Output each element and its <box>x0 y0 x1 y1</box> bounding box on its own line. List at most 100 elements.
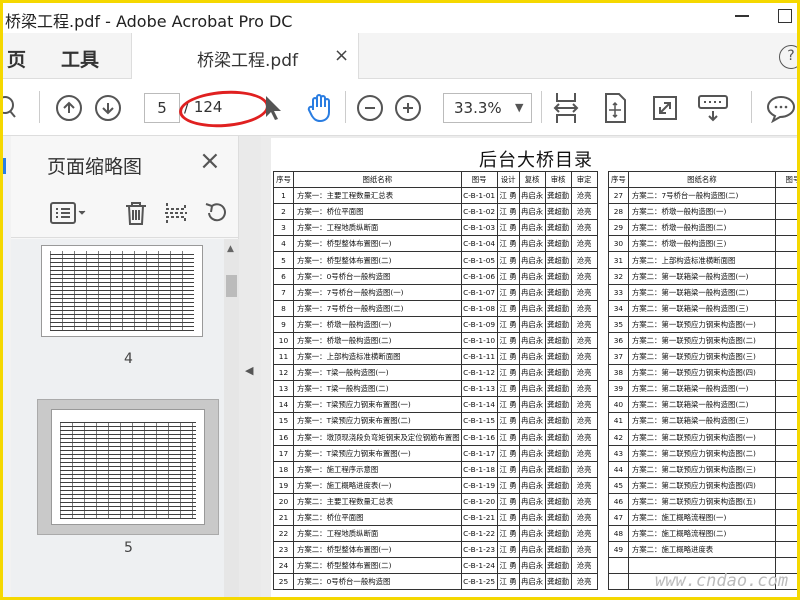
table-cell: 龚超勤 <box>544 203 572 221</box>
table-row: 20 方案二：主要工程数量汇总表 C-B-1-20 江 勇冉启永 龚超勤 沧亮 <box>273 492 598 510</box>
table-cell: 沧亮 <box>570 573 598 591</box>
table-cell: C-B-1-03 <box>460 219 498 237</box>
table-cell: 龚超勤 <box>544 428 572 446</box>
search-icon[interactable] <box>3 93 17 123</box>
table-cell: 43 <box>608 444 629 462</box>
table-cell: 15 <box>273 412 294 430</box>
thumbnail-page-5[interactable] <box>51 409 205 525</box>
table-cell: 冉启永 <box>518 444 546 462</box>
table-row: 23 方案二：桥型整体布置图(一) C-B-1-23 江 勇冉启永 龚超勤 沧亮 <box>273 541 598 559</box>
zoom-in-icon[interactable] <box>395 95 421 121</box>
thumbnail-list[interactable]: 4 5 ▲ <box>11 239 239 597</box>
table-cell: 方案二：第二联箱梁一般构造图(三) <box>627 412 776 430</box>
table-cell: 冉启永 <box>518 573 546 591</box>
thumbnail-label-4: 4 <box>124 351 133 367</box>
table-cell: 38 <box>608 364 629 382</box>
table-cell: 24 <box>273 557 294 575</box>
zoom-out-icon[interactable] <box>357 95 383 121</box>
fit-page-icon[interactable] <box>601 91 629 125</box>
rotate-icon[interactable] <box>203 200 229 231</box>
col-header: 审核 <box>544 170 572 189</box>
table-cell: 龚超勤 <box>544 525 572 543</box>
thumbnail-options-icon[interactable] <box>49 200 89 231</box>
table-cell: 龚超勤 <box>544 348 572 366</box>
tab-home[interactable]: 页 <box>7 45 26 72</box>
table-cell: 8 <box>273 299 294 317</box>
table-cell: 方案二：第一联预应力钢束构造图(一) <box>627 315 776 333</box>
table-cell: 江 勇 <box>496 557 520 575</box>
table-cell: 方案一：桥位平面图 <box>293 203 462 221</box>
thumbnail-scrollbar[interactable]: ▲ <box>224 239 239 597</box>
table-cell <box>774 364 797 382</box>
col-header: 图纸名称 <box>293 170 462 189</box>
extract-page-icon[interactable] <box>163 200 189 231</box>
collapse-arrow-icon[interactable]: ◀ <box>245 364 253 377</box>
table-cell: 冉启永 <box>518 251 546 269</box>
panel-title: 页面缩略图 <box>47 156 143 178</box>
tab-close-icon[interactable]: × <box>334 45 349 66</box>
fit-width-icon[interactable] <box>551 91 581 125</box>
scroll-up-icon[interactable]: ▲ <box>227 244 234 254</box>
table-row: 36 方案二：第一联预应力钢束构造图(二) <box>608 331 797 350</box>
table-row: 42 方案二：第二联预应力钢束构造图(一) <box>608 428 797 446</box>
table-row: 29 方案二：桥墩一般构造图(二) <box>608 219 797 237</box>
table-cell: C-B-1-17 <box>460 444 498 462</box>
table-cell: 沧亮 <box>570 315 598 333</box>
table-row: 15 方案一：T梁预应力钢束布置图(二) C-B-1-15 江 勇冉启永 龚超勤 沧亮 <box>273 412 598 430</box>
hand-tool-icon[interactable] <box>305 92 335 124</box>
thumbnail-page-4[interactable] <box>41 245 203 337</box>
table-cell: 江 勇 <box>496 299 520 317</box>
table-cell: 冉启永 <box>518 299 546 317</box>
table-cell: C-B-1-15 <box>460 412 498 430</box>
table-cell: 江 勇 <box>496 283 520 301</box>
page-number-input[interactable]: 5 <box>144 93 180 123</box>
table-cell <box>774 396 797 414</box>
table-row: 31 方案二：上部构造标准横断面图 <box>608 251 797 269</box>
table-cell <box>774 428 797 446</box>
table-cell: 33 <box>608 283 629 301</box>
previous-page-icon[interactable] <box>56 95 82 121</box>
comment-icon[interactable] <box>765 93 797 123</box>
title-bar: 桥梁工程.pdf - Adobe Acrobat Pro DC <box>3 3 797 33</box>
zoom-select[interactable]: 33.3% ▼ <box>443 93 532 123</box>
document-view[interactable]: 后台大桥目录 序号 图纸名称 图号 设计 复核 审核 审定 1 方案一：主要工程数… <box>261 136 797 597</box>
table-cell: 江 勇 <box>496 251 520 269</box>
table-cell: 方案二：第二联预应力钢束构造图(一) <box>627 428 776 446</box>
table-cell: 19 <box>273 476 294 494</box>
table-cell: 江 勇 <box>496 525 520 543</box>
index-table-left: 序号 图纸名称 图号 设计 复核 审核 审定 1 方案一：主要工程数量汇总表 C-B… <box>273 170 598 591</box>
tab-tools[interactable]: 工具 <box>61 45 99 72</box>
table-cell: 方案一：T梁一般构造图(一) <box>293 364 462 382</box>
table-row: 32 方案二：第一联箱梁一般构造图(一) <box>608 267 797 285</box>
table-row: 28 方案二：桥墩一般构造图(一) <box>608 203 797 221</box>
table-cell: C-B-1-01 <box>460 187 498 205</box>
table-cell: 4 <box>273 235 294 253</box>
document-title: 后台大桥目录 <box>479 150 593 171</box>
table-cell: 冉启永 <box>518 557 546 575</box>
table-cell: 方案一：7号桥台一般构造图(二) <box>293 299 462 317</box>
table-row: 25 方案二：0号桥台一般构造图 C-B-1-25 江 勇冉启永 龚超勤 沧亮 <box>273 573 598 591</box>
table-cell: 沧亮 <box>570 525 598 543</box>
help-icon[interactable]: ? <box>779 45 797 69</box>
table-cell: 冉启永 <box>518 541 546 559</box>
table-cell: 江 勇 <box>496 219 520 237</box>
minimize-button[interactable] <box>735 15 749 17</box>
tab-document[interactable]: 桥梁工程.pdf × <box>131 33 359 79</box>
table-cell: 22 <box>273 525 294 543</box>
table-row: 43 方案二：第二联预应力钢束构造图(二) <box>608 444 797 462</box>
panel-collapse-bar[interactable]: ◀ <box>239 136 261 597</box>
scroll-thumb[interactable] <box>226 275 237 297</box>
trash-icon[interactable] <box>123 200 149 231</box>
full-screen-icon[interactable] <box>651 93 679 123</box>
keyboard-icon[interactable] <box>697 93 729 123</box>
table-cell: 13 <box>273 380 294 398</box>
next-page-icon[interactable] <box>95 95 121 121</box>
table-cell: 方案一：桥型整体布置图(二) <box>293 251 462 269</box>
table-cell: 冉启永 <box>518 380 546 398</box>
maximize-button[interactable] <box>778 9 792 23</box>
table-cell: 方案一：施工程序示意图 <box>293 460 462 478</box>
table-cell <box>774 267 797 285</box>
panel-close-icon[interactable]: × <box>199 146 221 176</box>
select-cursor-icon[interactable] <box>261 93 285 123</box>
table-cell: 5 <box>273 251 294 269</box>
